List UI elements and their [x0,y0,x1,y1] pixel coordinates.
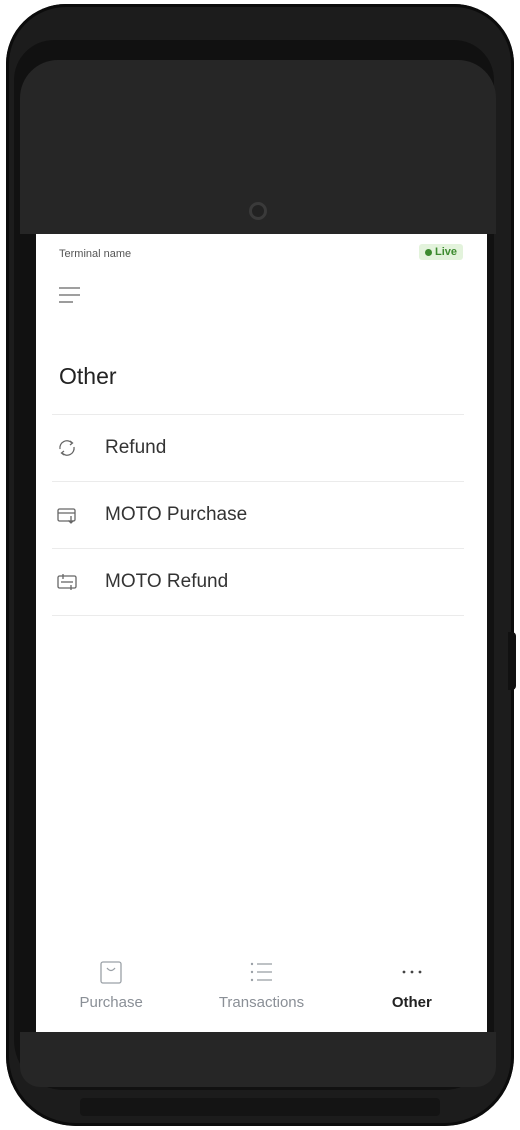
bottom-bezel [20,1032,496,1087]
refresh-icon [56,437,78,459]
hamburger-menu-button[interactable] [58,284,82,308]
tab-purchase[interactable]: Purchase [36,948,186,1032]
camera-icon [249,202,267,220]
tab-transactions[interactable]: Transactions [186,948,336,1032]
live-dot-icon [424,248,432,256]
tab-other[interactable]: Other [337,948,487,1032]
app-screen: Terminal name Live Other Refund MOTO Pur… [36,234,487,1032]
list-icon [247,958,275,986]
hamburger-menu-icon [59,287,80,303]
status-badge: Live [418,244,463,260]
list-item-refund[interactable]: Refund [52,414,464,481]
other-actions-list: Refund MOTO Purchase MOTO Refund [52,414,464,616]
list-item-label: Refund [105,437,167,458]
card-exchange-icon [56,571,78,593]
top-bezel [20,60,496,192]
bottom-nav: Purchase Transactions Other [36,948,487,1032]
device-chin [80,1098,440,1116]
list-item-moto-refund[interactable]: MOTO Refund [52,548,464,616]
status-badge-label: Live [434,246,457,258]
shopping-bag-icon [97,958,125,986]
terminal-name: Terminal name [59,248,132,260]
list-item-label: MOTO Refund [105,571,229,592]
card-download-icon [56,504,78,526]
list-item-label: MOTO Purchase [105,504,248,525]
tab-label: Purchase [79,994,143,1011]
more-dots-icon [398,958,426,986]
tab-label: Transactions [218,994,305,1011]
page-title: Other [59,363,117,389]
side-button[interactable] [508,632,516,690]
tab-label: Other [391,994,432,1011]
list-item-moto-purchase[interactable]: MOTO Purchase [52,481,464,548]
